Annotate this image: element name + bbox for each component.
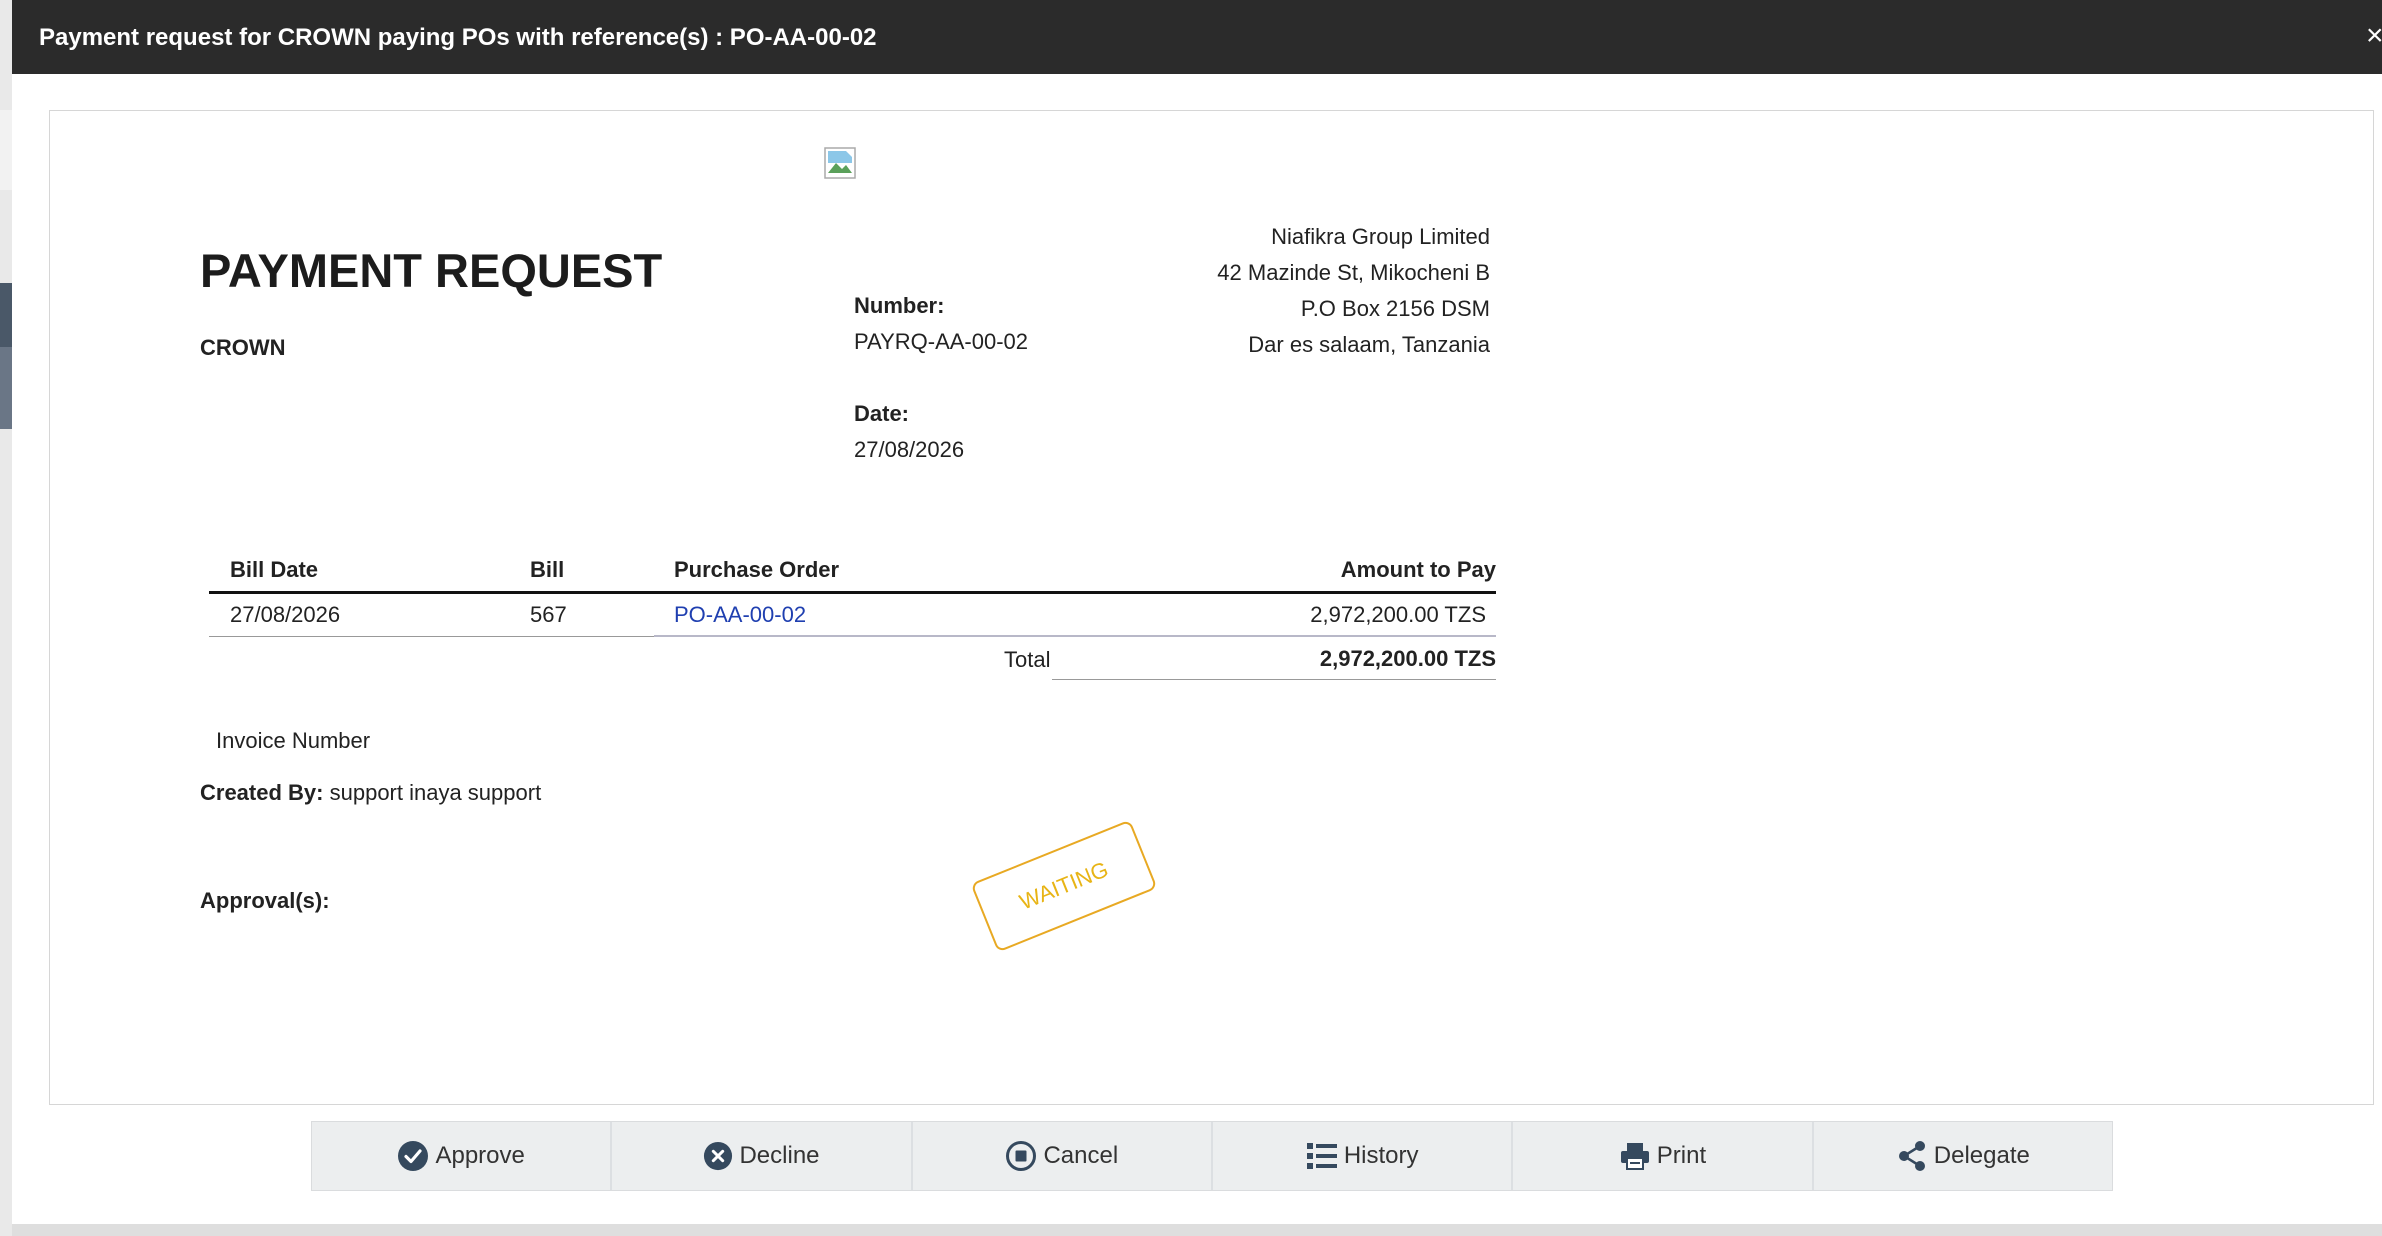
modal-header: Payment request for CROWN paying POs wit…: [12, 0, 2382, 74]
check-circle-icon: [398, 1141, 429, 1171]
action-bar: Approve Decline Cancel History Print Del…: [311, 1121, 2113, 1191]
background-app-strip: [0, 0, 12, 1236]
approve-button[interactable]: Approve: [312, 1122, 613, 1190]
share-icon: [1898, 1141, 1925, 1171]
delegate-button[interactable]: Delegate: [1814, 1122, 2112, 1190]
background-panel: [0, 283, 12, 347]
cancel-label: Cancel: [1043, 1142, 1119, 1169]
table-header-divider: [209, 591, 1496, 594]
date-value: 27/08/2026: [854, 437, 965, 462]
x-circle-icon: [704, 1141, 733, 1171]
history-label: History: [1343, 1142, 1419, 1169]
background-panel: [0, 347, 12, 429]
cell-amount: 2,972,200.00 TZS: [1310, 602, 1486, 627]
invoice-number-label: Invoice Number: [216, 728, 371, 753]
modal-bottom-border: [12, 1224, 2382, 1236]
history-button[interactable]: History: [1213, 1122, 1514, 1190]
printer-icon: [1620, 1143, 1649, 1170]
company-po-box: P.O Box 2156 DSM: [1300, 296, 1490, 321]
company-address: Niafikra Group Limited 42 Mazinde St, Mi…: [1090, 219, 1490, 363]
total-value: 2,972,200.00 TZS: [1319, 646, 1496, 671]
column-header-bill-date: Bill Date: [230, 557, 319, 582]
purchase-order-link[interactable]: PO-AA-00-02: [674, 602, 806, 628]
list-icon: [1306, 1143, 1337, 1169]
column-header-purchase-order: Purchase Order: [674, 557, 840, 582]
stop-circle-icon: [1006, 1141, 1037, 1171]
print-label: Print: [1656, 1142, 1707, 1169]
vendor-name: CROWN: [200, 335, 286, 360]
total-divider: [1052, 679, 1496, 680]
row-divider: [209, 636, 654, 637]
number-value: PAYRQ-AA-00-02: [854, 329, 1029, 354]
close-icon[interactable]: ×: [2366, 18, 2382, 54]
cancel-button[interactable]: Cancel: [913, 1122, 1213, 1190]
waiting-stamp: WAITING: [970, 819, 1158, 953]
company-city: Dar es salaam, Tanzania: [1248, 332, 1490, 357]
company-name: Niafikra Group Limited: [1271, 224, 1490, 249]
company-street: 42 Mazinde St, Mikocheni B: [1217, 260, 1490, 285]
created-by-label: Created By:: [200, 780, 324, 805]
broken-image-icon: [824, 147, 856, 179]
column-header-bill: Bill: [530, 557, 565, 582]
row-divider: [654, 635, 1496, 637]
approve-label: Approve: [435, 1142, 525, 1169]
total-label: Total: [1004, 647, 1051, 672]
document-preview: PAYMENT REQUEST CROWN Number: PAYRQ-AA-0…: [49, 110, 2374, 1105]
modal-title: Payment request for CROWN paying POs wit…: [39, 24, 877, 51]
decline-label: Decline: [739, 1142, 820, 1169]
approvals-label: Approval(s):: [200, 888, 330, 913]
column-header-amount: Amount to Pay: [1340, 557, 1496, 582]
created-by: Created By: support inaya support: [200, 780, 541, 806]
cell-bill-date: 27/08/2026: [230, 602, 341, 627]
number-label: Number:: [854, 293, 945, 318]
created-by-value: support inaya support: [329, 780, 542, 805]
date-label: Date:: [854, 401, 910, 426]
cell-bill: 567: [530, 602, 567, 627]
delegate-label: Delegate: [1933, 1142, 2030, 1169]
document-heading: PAYMENT REQUEST: [200, 244, 663, 297]
background-panel: [0, 110, 12, 190]
payment-request-modal: Payment request for CROWN paying POs wit…: [12, 0, 2382, 1236]
decline-button[interactable]: Decline: [612, 1122, 913, 1190]
print-button[interactable]: Print: [1513, 1122, 1814, 1190]
